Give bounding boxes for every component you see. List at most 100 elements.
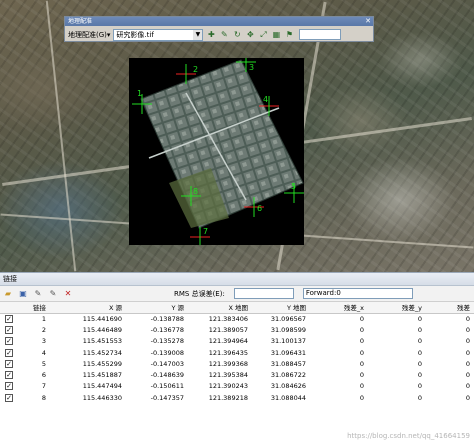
table-row[interactable]: ✓ 2 115.446489 -0.136778 121.389057 31.0… (0, 324, 474, 335)
cell-link: 6 (41, 371, 46, 380)
table-row[interactable]: ✓ 6 115.451887 -0.148639 121.395384 31.0… (0, 369, 474, 380)
cell-y-source: -0.136778 (150, 325, 184, 334)
chevron-down-icon[interactable]: ▼ (193, 29, 203, 40)
cell-residual: 0 (465, 359, 470, 368)
add-control-points-icon[interactable]: ✚ (206, 30, 216, 40)
cell-residual-x: 0 (359, 393, 364, 402)
cell-x-source: 115.451553 (82, 337, 122, 346)
link-checkbox[interactable]: ✓ (5, 337, 13, 346)
georeferenced-image[interactable]: 1 2 3 4 5 6 7 8 (129, 58, 304, 245)
link-checkbox[interactable]: ✓ (5, 359, 13, 368)
cell-residual-y: 0 (417, 382, 422, 391)
layer-select[interactable]: 研究影像.tif ▼ (113, 28, 204, 41)
georeferencing-window: 地理配准 ✕ 地理配准(G)▾ 研究影像.tif ▼ ✚ ✎ ↻ ✥ ⤢ ▦ ⚑ (0, 0, 474, 444)
cell-y-source: -0.147003 (150, 359, 184, 368)
link-checkbox[interactable]: ✓ (5, 314, 13, 323)
point-label: 2 (193, 65, 198, 74)
cell-residual-y: 0 (417, 314, 422, 323)
cell-y-source: -0.148639 (150, 371, 184, 380)
cell-link: 4 (41, 348, 46, 357)
link-checkbox[interactable]: ✓ (5, 348, 13, 357)
cell-x-source: 115.447494 (82, 382, 122, 391)
table-row[interactable]: ✓ 4 115.452734 -0.139008 121.396435 31.0… (0, 347, 474, 358)
point-label: 6 (257, 204, 262, 213)
layer-select-value: 研究影像.tif (116, 30, 154, 39)
cell-link: 1 (41, 314, 46, 323)
table-row[interactable]: ✓ 8 115.446330 -0.147357 121.389218 31.0… (0, 392, 474, 403)
point-label: 8 (193, 187, 198, 196)
cell-y-source: -0.150611 (150, 382, 184, 391)
table-row[interactable]: ✓ 7 115.447494 -0.150611 121.390243 31.0… (0, 381, 474, 392)
panel-title: 链接 (0, 273, 474, 286)
open-folder-icon[interactable]: ▰ (3, 289, 13, 299)
col-residual-y[interactable]: 残差_y (368, 302, 426, 314)
rotate-icon[interactable]: ↻ (232, 30, 242, 40)
cell-x-map: 121.383406 (208, 314, 248, 323)
cell-x-map: 121.390243 (208, 382, 248, 391)
cell-link: 8 (41, 393, 46, 402)
cell-x-map: 121.389057 (208, 325, 248, 334)
cell-y-map: 31.084626 (270, 382, 306, 391)
cell-y-source: -0.135278 (150, 337, 184, 346)
table-header-row: 链接 X 源 Y 源 X 地图 Y 地图 残差_x 残差_y 残差 (0, 302, 474, 314)
col-residual-x[interactable]: 残差_x (310, 302, 368, 314)
view-link-table-icon[interactable]: ▦ (271, 30, 281, 40)
col-link[interactable]: 链接 (18, 302, 50, 314)
cell-residual-y: 0 (417, 348, 422, 357)
cell-residual-x: 0 (359, 337, 364, 346)
scale-input[interactable] (299, 29, 342, 40)
cell-x-source: 115.446330 (82, 393, 122, 402)
rms-value (233, 288, 294, 299)
col-x-source[interactable]: X 源 (50, 302, 126, 314)
link-checkbox[interactable]: ✓ (5, 371, 13, 380)
transform-select[interactable]: Forward:0 (302, 288, 413, 299)
close-icon[interactable]: ✕ (365, 17, 371, 26)
cell-residual-x: 0 (359, 359, 364, 368)
col-y-source[interactable]: Y 源 (126, 302, 188, 314)
cell-x-source: 115.446489 (82, 325, 122, 334)
toolbar-row: 地理配准(G)▾ 研究影像.tif ▼ ✚ ✎ ↻ ✥ ⤢ ▦ ⚑ (65, 27, 373, 42)
cell-x-map: 121.394964 (208, 337, 248, 346)
cell-residual: 0 (465, 382, 470, 391)
auto-adjust-icon[interactable]: ✎ (219, 30, 229, 40)
col-x-map[interactable]: X 地图 (188, 302, 252, 314)
image-canvas: 1 2 3 4 5 6 7 8 (132, 58, 304, 245)
select-link-icon[interactable]: ✎ (33, 289, 43, 299)
control-point[interactable]: 7 (190, 227, 210, 245)
cell-y-map: 31.086722 (270, 371, 306, 380)
cell-y-map: 31.100137 (270, 337, 306, 346)
georeferencing-toolbar: 地理配准 ✕ 地理配准(G)▾ 研究影像.tif ▼ ✚ ✎ ↻ ✥ ⤢ ▦ ⚑ (64, 16, 374, 42)
cell-x-map: 121.399368 (208, 359, 248, 368)
watermark: https://blog.csdn.net/qq_41664159 (347, 432, 470, 440)
cell-x-source: 115.441690 (82, 314, 122, 323)
cell-y-map: 31.096431 (270, 348, 306, 357)
table-row[interactable]: ✓ 1 115.441690 -0.138788 121.383406 31.0… (0, 313, 474, 324)
zoom-to-link-icon[interactable]: ✎ (48, 289, 58, 299)
cell-x-source: 115.455299 (82, 359, 122, 368)
link-checkbox[interactable]: ✓ (5, 393, 13, 402)
col-residual[interactable]: 残差 (426, 302, 474, 314)
col-checkbox (0, 302, 18, 314)
georeferencing-menu[interactable]: 地理配准(G)▾ (68, 30, 110, 40)
delete-link-icon[interactable]: ✕ (63, 289, 73, 299)
table-row[interactable]: ✓ 3 115.451553 -0.135278 121.394964 31.1… (0, 336, 474, 347)
cell-x-map: 121.395384 (208, 371, 248, 380)
point-label: 1 (137, 89, 142, 98)
point-label: 3 (249, 63, 254, 72)
flag-icon[interactable]: ⚑ (284, 30, 294, 40)
link-checkbox[interactable]: ✓ (5, 382, 13, 391)
point-label: 7 (203, 227, 208, 236)
cell-link: 7 (41, 382, 46, 391)
cell-residual: 0 (465, 348, 470, 357)
scale-icon[interactable]: ⤢ (258, 30, 268, 40)
save-icon[interactable]: ▣ (18, 289, 28, 299)
col-y-map[interactable]: Y 地图 (252, 302, 310, 314)
link-checkbox[interactable]: ✓ (5, 325, 13, 334)
cell-residual-x: 0 (359, 382, 364, 391)
shift-icon[interactable]: ✥ (245, 30, 255, 40)
link-toolbar: ▰ ▣ ✎ ✎ ✕ RMS 总误差(E): Forward:0 (0, 286, 474, 302)
cell-x-map: 121.389218 (208, 393, 248, 402)
cell-y-map: 31.088457 (270, 359, 306, 368)
table-row[interactable]: ✓ 5 115.455299 -0.147003 121.399368 31.0… (0, 358, 474, 369)
cell-residual: 0 (465, 337, 470, 346)
